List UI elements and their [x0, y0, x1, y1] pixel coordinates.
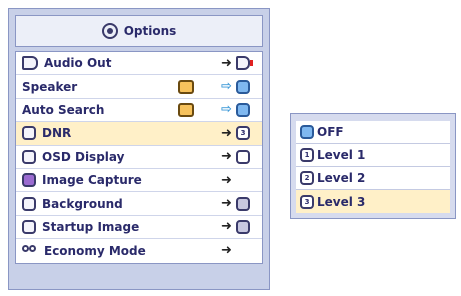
options-icon [101, 23, 118, 39]
level-1-icon: 1 [300, 148, 314, 162]
arrow-right-icon: ➜ [221, 219, 232, 235]
arrow-right-icon: ➜ [221, 55, 232, 71]
checkbox-icon [236, 102, 250, 117]
menu-item-economy-mode[interactable]: Economy Mode ➜ [16, 239, 262, 262]
submenu-item-label: OFF [317, 125, 344, 139]
arrow-right-icon: ➜ [221, 243, 232, 259]
menu-item-background[interactable]: Background ➜ [16, 192, 262, 216]
menu-item-audio-out[interactable]: Audio Out ➜ [16, 52, 262, 76]
submenu-item-label: Level 1 [317, 148, 366, 162]
capture-icon [22, 173, 36, 188]
submenu-item-level-1[interactable]: 1 Level 1 [296, 144, 450, 167]
arrow-right-icon: ➜ [221, 196, 232, 212]
osd-icon [22, 149, 36, 164]
level-3-icon: 3 [300, 194, 314, 209]
checkbox-icon[interactable] [178, 79, 194, 94]
dnr-level-icon: 3 [236, 126, 250, 141]
background-icon [236, 196, 250, 211]
arrow-right-icon: ⇨ [221, 102, 232, 118]
speaker-muted-icon [236, 56, 253, 71]
startup-icon [22, 219, 36, 234]
economy-icon [22, 244, 38, 258]
menu-item-image-capture[interactable]: Image Capture ➜ [16, 169, 262, 193]
startup-icon [236, 219, 250, 234]
submenu-item-label: Level 3 [317, 194, 366, 209]
menu-item-osd-display[interactable]: OSD Display ➜ [16, 146, 262, 169]
dnr-icon [22, 126, 36, 141]
arrow-right-icon: ⇨ [221, 79, 232, 95]
checkbox-icon [236, 79, 250, 94]
arrow-right-icon: ➜ [221, 172, 232, 188]
panel-title: Options [123, 24, 177, 38]
submenu-item-level-2[interactable]: 2 Level 2 [296, 167, 450, 190]
menu-item-startup-image[interactable]: Startup Image ➜ [16, 216, 262, 240]
off-icon [300, 125, 314, 139]
submenu-item-label: Level 2 [317, 171, 366, 185]
arrow-right-icon: ➜ [221, 149, 232, 165]
background-icon [22, 196, 36, 211]
submenu-item-off[interactable]: OFF [296, 121, 450, 144]
level-2-icon: 2 [300, 171, 314, 185]
osd-icon [236, 149, 250, 164]
speaker-icon [22, 56, 38, 71]
arrow-right-icon: ➜ [221, 125, 232, 141]
checkbox-icon[interactable] [178, 102, 194, 117]
menu-item-auto-search[interactable]: Auto Search ⇨ [16, 99, 262, 123]
menu-item-speaker[interactable]: Speaker ⇨ [16, 75, 262, 99]
options-title-bar: Options [15, 15, 263, 47]
menu-item-dnr[interactable]: DNR ➜ 3 [16, 122, 262, 146]
options-menu: Audio Out ➜ Speaker ⇨ Auto Search ⇨ DNR … [15, 51, 263, 264]
dnr-submenu: OFF 1 Level 1 2 Level 2 3 Level 3 [290, 113, 456, 219]
submenu-item-level-3[interactable]: 3 Level 3 [296, 190, 450, 213]
options-panel: Options Audio Out ➜ Speaker ⇨ Auto Searc… [8, 8, 270, 290]
